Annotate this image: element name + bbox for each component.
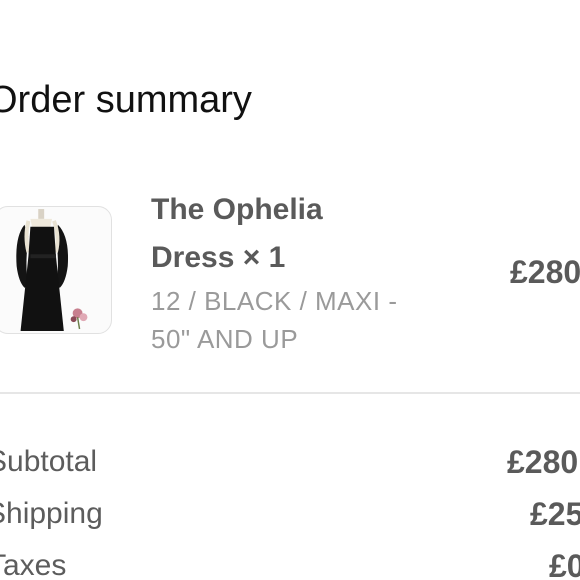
product-variant: 12 / BLACK / MAXI - 50" AND UP xyxy=(151,282,451,358)
shipping-row: Shipping £25 xyxy=(0,492,580,536)
product-name-line1: The Ophelia xyxy=(151,193,323,226)
dress-icon xyxy=(16,209,88,331)
divider xyxy=(0,392,580,394)
subtotal-value: £280 xyxy=(507,444,579,480)
taxes-row: Taxes £0 xyxy=(0,544,580,580)
shipping-value: £25 xyxy=(530,496,580,532)
order-summary-title: Order summary xyxy=(0,79,252,121)
product-variant-line1: 12 / BLACK / MAXI - xyxy=(151,286,398,316)
shipping-label: Shipping xyxy=(0,497,103,530)
taxes-value: £0 xyxy=(549,548,580,580)
subtotal-label: Subtotal xyxy=(0,445,98,478)
subtotal-row: Subtotal £280 xyxy=(0,440,580,484)
product-variant-line2: 50" AND UP xyxy=(151,324,299,354)
product-price: £280 xyxy=(510,254,580,290)
product-name-line2: Dress × 1 xyxy=(151,241,286,274)
product-name: The Ophelia Dress × 1 xyxy=(151,186,391,282)
taxes-label: Taxes xyxy=(0,549,67,580)
product-thumbnail xyxy=(0,206,112,334)
